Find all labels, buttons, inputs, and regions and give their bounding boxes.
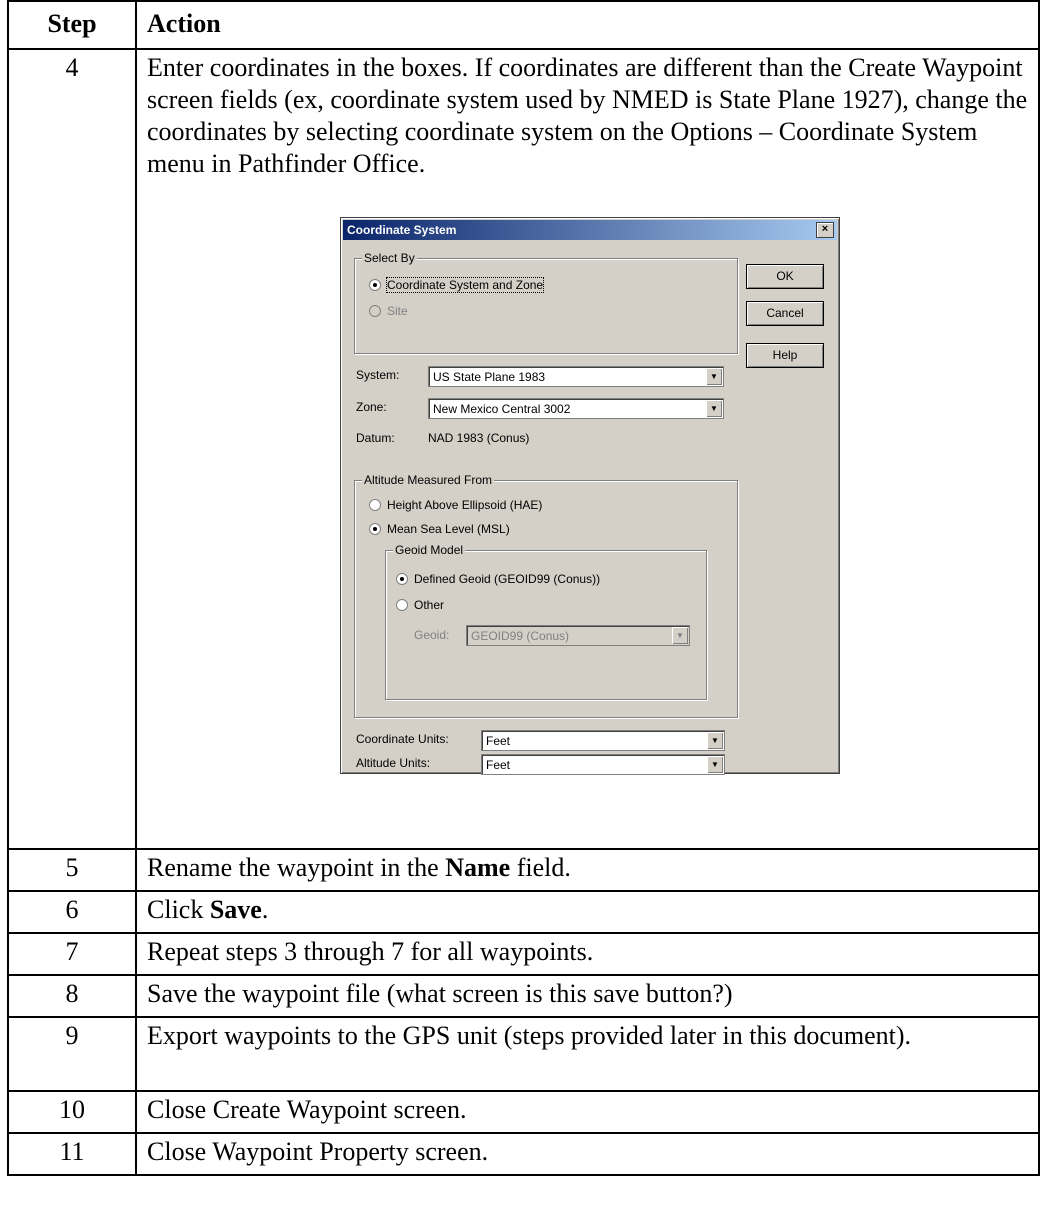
- defined-geoid-radio[interactable]: Defined Geoid (GEOID99 (Conus)): [396, 571, 600, 587]
- radio-label: Site: [387, 304, 408, 318]
- site-radio: Site: [369, 303, 408, 319]
- table-row: 5 Rename the waypoint in the Name field.: [7, 848, 1040, 892]
- table-row: 7 Repeat steps 3 through 7 for all waypo…: [7, 932, 1040, 976]
- step-number: 5: [7, 848, 137, 892]
- step-number: 8: [7, 974, 137, 1018]
- step-number: 11: [7, 1132, 137, 1176]
- coordinate-units-value: Feet: [486, 734, 511, 748]
- select-by-label: Select By: [362, 251, 417, 265]
- altitude-group-label: Altitude Measured From: [362, 473, 495, 487]
- step-number: 9: [7, 1016, 137, 1092]
- radio-selected-icon: [369, 523, 381, 535]
- step-action-text: field.: [510, 853, 571, 882]
- geoid-label: Geoid:: [414, 628, 450, 642]
- step-column-header: Step: [7, 0, 137, 50]
- chevron-down-icon: ▼: [706, 400, 722, 417]
- hae-radio[interactable]: Height Above Ellipsoid (HAE): [369, 497, 542, 513]
- help-button[interactable]: Help: [746, 343, 824, 368]
- other-geoid-radio[interactable]: Other: [396, 597, 444, 613]
- chevron-down-icon: ▼: [707, 732, 723, 749]
- geoid-value: GEOID99 (Conus): [471, 629, 570, 643]
- system-value: US State Plane 1983: [433, 370, 546, 384]
- altitude-group: Altitude Measured From Height Above Elli…: [354, 473, 738, 718]
- step-number: 4: [7, 48, 137, 850]
- select-by-group: Select By Coordinate System and Zone Sit…: [354, 251, 738, 354]
- coordinate-system-dialog: Coordinate System × Select By Coordinate…: [340, 217, 840, 775]
- table-row: 8 Save the waypoint file (what screen is…: [7, 974, 1040, 1018]
- system-label: System:: [356, 368, 400, 382]
- cancel-button[interactable]: Cancel: [746, 301, 824, 326]
- radio-empty-icon: [396, 599, 408, 611]
- zone-value: New Mexico Central 3002: [433, 402, 571, 416]
- step-action-bold: Name: [445, 853, 511, 882]
- step-number: 7: [7, 932, 137, 976]
- radio-label: Coordinate System and Zone: [385, 277, 545, 293]
- radio-empty-icon: [369, 305, 381, 317]
- step-action-text: Enter coordinates in the boxes. If coord…: [147, 53, 1028, 178]
- altitude-units-dropdown[interactable]: Feet ▼: [481, 754, 725, 775]
- datum-value: NAD 1983 (Conus): [428, 431, 530, 445]
- step-action: Repeat steps 3 through 7 for all waypoin…: [135, 932, 1040, 976]
- dialog-title: Coordinate System: [347, 223, 457, 237]
- altitude-units-value: Feet: [486, 758, 511, 772]
- step-action-text: Rename the waypoint in the: [147, 853, 446, 882]
- step-action: Click Save.: [135, 890, 1040, 934]
- radio-label: Height Above Ellipsoid (HAE): [387, 498, 543, 512]
- geoid-dropdown: GEOID99 (Conus) ▼: [466, 625, 690, 646]
- close-button[interactable]: ×: [816, 222, 834, 238]
- coordinate-units-dropdown[interactable]: Feet ▼: [481, 730, 725, 751]
- step-action-text: .: [261, 895, 269, 924]
- coordinate-system-and-zone-radio[interactable]: Coordinate System and Zone: [369, 277, 545, 293]
- radio-empty-icon: [369, 499, 381, 511]
- step-action-bold: Save: [209, 895, 262, 924]
- table-row: 10 Close Create Waypoint screen.: [7, 1090, 1040, 1134]
- step-number: 6: [7, 890, 137, 934]
- datum-label: Datum:: [356, 431, 395, 445]
- zone-label: Zone:: [356, 400, 387, 414]
- geoid-model-label: Geoid Model: [393, 543, 466, 557]
- step-action: Close Waypoint Property screen.: [135, 1132, 1040, 1176]
- radio-selected-icon: [396, 573, 408, 585]
- step-number: 10: [7, 1090, 137, 1134]
- step-action: Close Create Waypoint screen.: [135, 1090, 1040, 1134]
- step-action-text: Click: [147, 895, 210, 924]
- table-row: 9 Export waypoints to the GPS unit (step…: [7, 1016, 1040, 1092]
- coordinate-units-label: Coordinate Units:: [356, 732, 449, 746]
- chevron-down-icon: ▼: [672, 627, 688, 644]
- chevron-down-icon: ▼: [706, 368, 722, 385]
- geoid-model-group: Geoid Model Defined Geoid (GEOID99 (Conu…: [385, 543, 707, 700]
- table-row: 6 Click Save.: [7, 890, 1040, 934]
- step-action: Save the waypoint file (what screen is t…: [135, 974, 1040, 1018]
- step-action: Rename the waypoint in the Name field.: [135, 848, 1040, 892]
- msl-radio[interactable]: Mean Sea Level (MSL): [369, 521, 510, 537]
- radio-label: Mean Sea Level (MSL): [387, 522, 510, 536]
- ok-button[interactable]: OK: [746, 264, 824, 289]
- step-action: Export waypoints to the GPS unit (steps …: [135, 1016, 1040, 1092]
- system-dropdown[interactable]: US State Plane 1983 ▼: [428, 366, 724, 387]
- radio-selected-icon: [369, 279, 381, 291]
- action-column-header: Action: [135, 0, 1040, 50]
- table-row: 11 Close Waypoint Property screen.: [7, 1132, 1040, 1176]
- chevron-down-icon: ▼: [707, 756, 723, 773]
- table-header-row: Step Action: [7, 0, 1040, 50]
- zone-dropdown[interactable]: New Mexico Central 3002 ▼: [428, 398, 724, 419]
- radio-label: Other: [414, 598, 445, 612]
- radio-label: Defined Geoid (GEOID99 (Conus)): [414, 572, 601, 586]
- altitude-units-label: Altitude Units:: [356, 756, 431, 770]
- dialog-titlebar: Coordinate System ×: [343, 220, 837, 240]
